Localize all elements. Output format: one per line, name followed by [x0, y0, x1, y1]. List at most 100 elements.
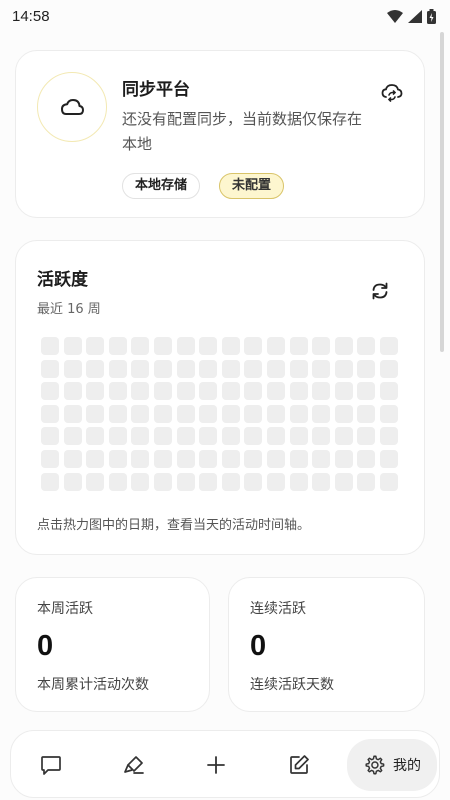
- heatmap-cell[interactable]: [221, 450, 240, 468]
- heatmap-cell[interactable]: [108, 472, 127, 491]
- heatmap-cell[interactable]: [176, 427, 195, 446]
- heatmap-cell[interactable]: [86, 472, 105, 491]
- heatmap-cell[interactable]: [312, 404, 331, 423]
- heatmap-cell[interactable]: [86, 382, 105, 401]
- heatmap-cell[interactable]: [41, 450, 59, 468]
- heatmap-cell[interactable]: [131, 337, 150, 355]
- heatmap-cell[interactable]: [334, 382, 353, 401]
- nav-edit-button[interactable]: [279, 741, 319, 789]
- heatmap-cell[interactable]: [244, 450, 263, 468]
- activity-heatmap[interactable]: [41, 337, 401, 492]
- heatmap-cell[interactable]: [154, 472, 172, 491]
- heatmap-cell[interactable]: [244, 427, 263, 446]
- heatmap-cell[interactable]: [41, 382, 59, 401]
- heatmap-cell[interactable]: [312, 359, 331, 378]
- heatmap-cell[interactable]: [244, 337, 263, 355]
- heatmap-cell[interactable]: [63, 427, 82, 446]
- heatmap-cell[interactable]: [221, 382, 240, 401]
- heatmap-cell[interactable]: [334, 427, 353, 446]
- heatmap-cell[interactable]: [380, 337, 398, 355]
- heatmap-cell[interactable]: [176, 472, 195, 491]
- heatmap-cell[interactable]: [267, 450, 285, 468]
- heatmap-cell[interactable]: [334, 450, 353, 468]
- heatmap-cell[interactable]: [86, 404, 105, 423]
- heatmap-cell[interactable]: [221, 472, 240, 491]
- heatmap-cell[interactable]: [199, 472, 218, 491]
- heatmap-cell[interactable]: [86, 337, 105, 355]
- heatmap-cell[interactable]: [357, 359, 376, 378]
- heatmap-cell[interactable]: [176, 337, 195, 355]
- heatmap-cell[interactable]: [131, 382, 150, 401]
- heatmap-cell[interactable]: [199, 427, 218, 446]
- heatmap-cell[interactable]: [357, 404, 376, 423]
- heatmap-cell[interactable]: [267, 427, 285, 446]
- heatmap-cell[interactable]: [357, 427, 376, 446]
- heatmap-cell[interactable]: [221, 427, 240, 446]
- heatmap-cell[interactable]: [41, 359, 59, 378]
- heatmap-cell[interactable]: [154, 450, 172, 468]
- heatmap-cell[interactable]: [176, 404, 195, 423]
- heatmap-cell[interactable]: [312, 337, 331, 355]
- scrollbar[interactable]: [440, 32, 444, 352]
- heatmap-cell[interactable]: [108, 382, 127, 401]
- heatmap-cell[interactable]: [63, 472, 82, 491]
- heatmap-cell[interactable]: [221, 404, 240, 423]
- heatmap-cell[interactable]: [267, 359, 285, 378]
- heatmap-cell[interactable]: [131, 472, 150, 491]
- heatmap-cell[interactable]: [131, 359, 150, 378]
- refresh-button[interactable]: [366, 277, 394, 305]
- heatmap-cell[interactable]: [131, 450, 150, 468]
- heatmap-cell[interactable]: [289, 359, 308, 378]
- heatmap-cell[interactable]: [108, 359, 127, 378]
- heatmap-cell[interactable]: [357, 382, 376, 401]
- heatmap-cell[interactable]: [131, 427, 150, 446]
- sync-platform-card[interactable]: 同步平台 还没有配置同步，当前数据仅保存在本地 本地存储 未配置: [15, 50, 425, 218]
- nav-chat-button[interactable]: [31, 741, 71, 789]
- heatmap-cell[interactable]: [244, 404, 263, 423]
- heatmap-cell[interactable]: [289, 450, 308, 468]
- heatmap-cell[interactable]: [334, 337, 353, 355]
- heatmap-cell[interactable]: [63, 450, 82, 468]
- heatmap-cell[interactable]: [267, 337, 285, 355]
- heatmap-cell[interactable]: [176, 450, 195, 468]
- heatmap-cell[interactable]: [334, 359, 353, 378]
- nav-profile-button[interactable]: 我的: [347, 739, 437, 791]
- heatmap-cell[interactable]: [267, 472, 285, 491]
- heatmap-cell[interactable]: [41, 472, 59, 491]
- heatmap-cell[interactable]: [312, 450, 331, 468]
- nav-highlight-button[interactable]: [114, 741, 154, 789]
- heatmap-cell[interactable]: [176, 359, 195, 378]
- heatmap-cell[interactable]: [289, 404, 308, 423]
- heatmap-cell[interactable]: [86, 450, 105, 468]
- heatmap-cell[interactable]: [108, 450, 127, 468]
- heatmap-cell[interactable]: [267, 382, 285, 401]
- heatmap-cell[interactable]: [289, 427, 308, 446]
- heatmap-cell[interactable]: [221, 337, 240, 355]
- heatmap-cell[interactable]: [131, 404, 150, 423]
- heatmap-cell[interactable]: [108, 404, 127, 423]
- heatmap-cell[interactable]: [312, 382, 331, 401]
- heatmap-cell[interactable]: [63, 359, 82, 378]
- heatmap-cell[interactable]: [289, 472, 308, 491]
- heatmap-cell[interactable]: [380, 382, 398, 401]
- heatmap-cell[interactable]: [289, 382, 308, 401]
- heatmap-cell[interactable]: [154, 337, 172, 355]
- heatmap-cell[interactable]: [380, 427, 398, 446]
- heatmap-cell[interactable]: [380, 450, 398, 468]
- heatmap-cell[interactable]: [108, 337, 127, 355]
- heatmap-cell[interactable]: [357, 450, 376, 468]
- nav-add-button[interactable]: [196, 741, 236, 789]
- heatmap-cell[interactable]: [199, 404, 218, 423]
- heatmap-cell[interactable]: [289, 337, 308, 355]
- heatmap-cell[interactable]: [86, 359, 105, 378]
- heatmap-cell[interactable]: [221, 359, 240, 378]
- heatmap-cell[interactable]: [108, 427, 127, 446]
- heatmap-cell[interactable]: [380, 359, 398, 378]
- heatmap-cell[interactable]: [380, 404, 398, 423]
- heatmap-cell[interactable]: [63, 337, 82, 355]
- heatmap-cell[interactable]: [357, 337, 376, 355]
- heatmap-cell[interactable]: [41, 337, 59, 355]
- heatmap-cell[interactable]: [199, 450, 218, 468]
- heatmap-cell[interactable]: [357, 472, 376, 491]
- heatmap-cell[interactable]: [244, 382, 263, 401]
